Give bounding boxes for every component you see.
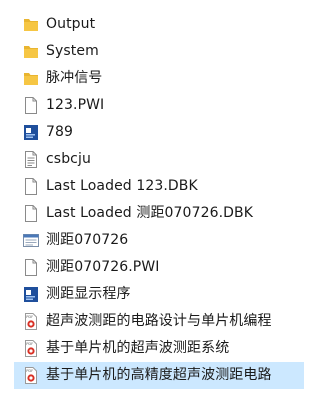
file-list: Output System 脉冲信号 123.PWI 789 csbcju La… xyxy=(0,11,309,389)
file-item-last-loaded-ranging-dbk[interactable]: Last Loaded 测距070726.DBK xyxy=(0,200,309,227)
executable-icon xyxy=(23,286,39,303)
folder-icon xyxy=(23,16,39,33)
file-name: 123.PWI xyxy=(46,97,105,113)
folder-icon xyxy=(23,43,39,60)
text-file-icon xyxy=(23,151,39,168)
svg-text:PDF: PDF xyxy=(26,315,33,319)
file-item-system[interactable]: System xyxy=(0,38,309,65)
file-name: 789 xyxy=(46,124,74,140)
svg-text:PDF: PDF xyxy=(26,369,33,373)
file-name: 基于单片机的高精度超声波测距电路 xyxy=(46,367,272,383)
file-name: Output xyxy=(46,16,96,32)
file-name: System xyxy=(46,43,99,59)
file-item-csbcju[interactable]: csbcju xyxy=(0,146,309,173)
file-item-123-pwi[interactable]: 123.PWI xyxy=(0,92,309,119)
file-name: 脉冲信号 xyxy=(46,70,103,86)
svg-text:PDF: PDF xyxy=(26,342,33,346)
file-name: 测距显示程序 xyxy=(46,286,131,302)
project-file-icon xyxy=(23,232,39,249)
file-name: Last Loaded 测距070726.DBK xyxy=(46,205,254,221)
file-name: Last Loaded 123.DBK xyxy=(46,178,198,194)
folder-icon xyxy=(23,70,39,87)
file-item-789[interactable]: 789 xyxy=(0,119,309,146)
file-item-pdf-ranging-system[interactable]: PDF 基于单片机的超声波测距系统 xyxy=(0,335,309,362)
blank-file-icon xyxy=(23,205,39,222)
pdf-file-icon: PDF xyxy=(23,313,39,330)
file-item-pdf-high-precision-circuit[interactable]: PDF 基于单片机的高精度超声波测距电路 xyxy=(14,362,304,389)
file-name: 超声波测距的电路设计与单片机编程 xyxy=(46,313,272,329)
executable-icon xyxy=(23,124,39,141)
file-item-ranging-070726-pwi[interactable]: 测距070726.PWI xyxy=(0,254,309,281)
blank-file-icon xyxy=(23,97,39,114)
pdf-file-icon: PDF xyxy=(23,340,39,357)
file-name: 测距070726.PWI xyxy=(46,259,160,275)
file-item-ranging-070726[interactable]: 测距070726 xyxy=(0,227,309,254)
file-item-ranging-display-program[interactable]: 测距显示程序 xyxy=(0,281,309,308)
file-item-pdf-circuit-design[interactable]: PDF 超声波测距的电路设计与单片机编程 xyxy=(0,308,309,335)
file-name: 测距070726 xyxy=(46,232,129,248)
blank-file-icon xyxy=(23,178,39,195)
file-item-output[interactable]: Output xyxy=(0,11,309,38)
file-item-pulse-signal[interactable]: 脉冲信号 xyxy=(0,65,309,92)
pdf-file-icon: PDF xyxy=(23,367,39,384)
blank-file-icon xyxy=(23,259,39,276)
file-name: 基于单片机的超声波测距系统 xyxy=(46,340,230,356)
file-item-last-loaded-123-dbk[interactable]: Last Loaded 123.DBK xyxy=(0,173,309,200)
file-name: csbcju xyxy=(46,151,91,167)
